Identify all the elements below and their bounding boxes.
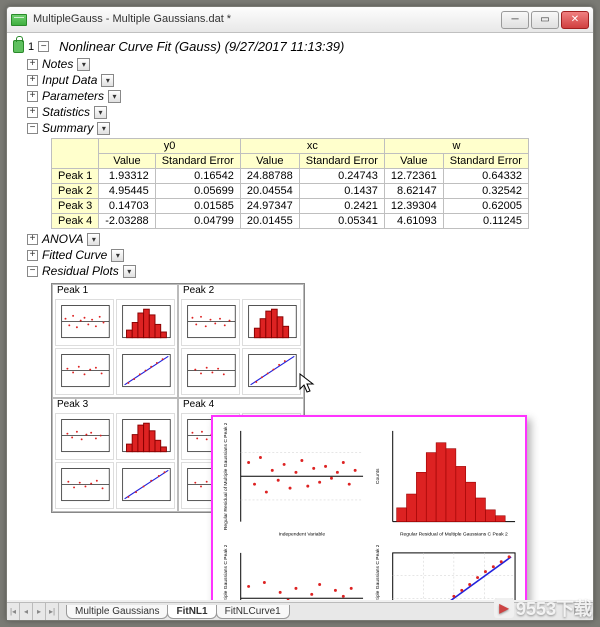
col-sub: Standard Error	[299, 154, 384, 169]
tab-nav-first[interactable]: |◂	[7, 603, 20, 620]
plot-label: Peak 3	[57, 399, 88, 410]
summary-table: y0 xc w Value Standard Error Value Stand…	[51, 138, 529, 229]
table-row[interactable]: Peak 1 1.93312 0.16542 24.88788 0.24743 …	[52, 169, 529, 184]
popup-residual-histogram: Regular Residual of Multiple Gaussians C…	[371, 423, 519, 541]
toggle-parameters[interactable]: +	[27, 91, 38, 102]
sheet-tab[interactable]: FitNLCurve1	[216, 605, 290, 619]
close-button[interactable]: ✕	[561, 11, 589, 29]
section-parameters: Parameters	[42, 89, 104, 103]
dropdown-fitted-curve[interactable]: ▾	[111, 249, 124, 262]
col-sub: Value	[384, 154, 443, 169]
scroll-placeholder: ‖ ◂ ▸	[573, 602, 591, 620]
toggle-report[interactable]: −	[38, 41, 49, 52]
toggle-notes[interactable]: +	[27, 59, 38, 70]
residual-order-scatter-icon	[55, 348, 114, 395]
workbook-icon	[11, 14, 27, 26]
residual-scatter-icon	[181, 299, 240, 346]
report-title: Nonlinear Curve Fit (Gauss) (9/27/2017 1…	[59, 39, 344, 54]
tab-nav-last[interactable]: ▸|	[46, 603, 59, 620]
qq-plot-icon	[242, 348, 301, 395]
tab-nav-next[interactable]: ▸	[33, 603, 46, 620]
dropdown-anova[interactable]: ▾	[87, 233, 100, 246]
residual-histogram-icon	[116, 299, 175, 346]
tab-nav-prev[interactable]: ◂	[20, 603, 33, 620]
table-row[interactable]: Peak 2 4.95445 0.05699 20.04554 0.1437 8…	[52, 184, 529, 199]
residual-histogram-icon	[242, 299, 301, 346]
svg-text:Independent Variable: Independent Variable	[279, 531, 326, 537]
plot-label: Peak 1	[57, 285, 88, 296]
section-input-data: Input Data	[42, 73, 97, 87]
titlebar[interactable]: MultipleGauss - Multiple Gaussians.dat *…	[7, 7, 593, 33]
table-row[interactable]: Peak 3 0.14703 0.01585 24.97347 0.2421 1…	[52, 199, 529, 214]
residual-order-scatter-icon	[55, 462, 114, 509]
section-notes: Notes	[42, 57, 73, 71]
dropdown-input-data[interactable]: ▾	[101, 74, 114, 87]
qq-plot-icon	[116, 462, 175, 509]
svg-text:Regular Residual of Multiple G: Regular Residual of Multiple Gaussians C…	[400, 531, 508, 537]
qq-plot-icon	[116, 348, 175, 395]
toggle-fitted-curve[interactable]: +	[27, 250, 38, 261]
toggle-anova[interactable]: +	[27, 234, 38, 245]
residual-histogram-icon	[116, 413, 175, 460]
maximize-button[interactable]: ▭	[531, 11, 559, 29]
sheet-tab-active[interactable]: FitNL1	[167, 605, 216, 619]
svg-text:Counts: Counts	[375, 468, 381, 484]
svg-text:Regular Residual of Multiple G: Regular Residual of Multiple Gaussians C…	[223, 423, 229, 530]
residual-plot-popup[interactable]: Independent Variable Regular Residual of…	[211, 415, 527, 600]
residual-scatter-icon	[55, 413, 114, 460]
col-sub: Standard Error	[155, 154, 240, 169]
lock-index: 1	[28, 41, 34, 53]
toggle-input-data[interactable]: +	[27, 75, 38, 86]
svg-text:Regular Residual of Multiple G: Regular Residual of Multiple Gaussians C…	[375, 545, 381, 600]
col-sub: Value	[240, 154, 299, 169]
report-content: 1 − Nonlinear Curve Fit (Gauss) (9/27/20…	[7, 33, 593, 600]
plot-cell-peak1[interactable]: Peak 1	[52, 284, 178, 398]
window-title: MultipleGauss - Multiple Gaussians.dat *	[33, 13, 501, 26]
plot-label: Peak 4	[183, 399, 214, 410]
dropdown-notes[interactable]: ▾	[77, 58, 90, 71]
toggle-statistics[interactable]: +	[27, 107, 38, 118]
residual-order-scatter-icon	[181, 348, 240, 395]
col-sub: Value	[99, 154, 155, 169]
dropdown-residual-plots[interactable]: ▾	[123, 265, 136, 278]
toggle-summary[interactable]: −	[27, 123, 38, 134]
minimize-button[interactable]: ─	[501, 11, 529, 29]
col-sub: Standard Error	[443, 154, 528, 169]
table-corner	[52, 139, 99, 169]
toggle-residual-plots[interactable]: −	[27, 266, 38, 277]
lock-icon[interactable]	[13, 40, 24, 53]
section-residual-plots: Residual Plots	[42, 264, 119, 278]
plot-label: Peak 2	[183, 285, 214, 296]
section-anova: ANOVA	[42, 232, 83, 246]
table-row[interactable]: Peak 4 -2.03288 0.04799 20.01455 0.05341…	[52, 214, 529, 229]
sheet-tab-bar: |◂ ◂ ▸ ▸| Multiple Gaussians FitNL1 FitN…	[7, 602, 593, 620]
section-summary: Summary	[42, 121, 93, 135]
col-group-y0: y0	[99, 139, 241, 154]
residual-scatter-icon	[55, 299, 114, 346]
popup-qq-plot: Percentiles Regular Residual of Multiple…	[371, 545, 519, 600]
section-statistics: Statistics	[42, 105, 90, 119]
svg-text:Regular Residual of Multiple G: Regular Residual of Multiple Gaussians C…	[223, 545, 229, 600]
section-fitted-curve: Fitted Curve	[42, 248, 107, 262]
popup-residual-scatter: Independent Variable Regular Residual of…	[219, 423, 367, 541]
col-group-w: w	[384, 139, 528, 154]
plot-cell-peak3[interactable]: Peak 3	[52, 398, 178, 512]
dropdown-summary[interactable]: ▾	[97, 122, 110, 135]
col-group-xc: xc	[240, 139, 384, 154]
dropdown-parameters[interactable]: ▾	[108, 90, 121, 103]
dropdown-statistics[interactable]: ▾	[94, 106, 107, 119]
residual-plots-area: Peak 1 Peak 2	[51, 283, 371, 563]
report-tree: + Notes ▾ + Input Data ▾ + Parameters ▾ …	[27, 56, 583, 563]
sheet-tab[interactable]: Multiple Gaussians	[66, 605, 168, 619]
plot-cell-peak2[interactable]: Peak 2	[178, 284, 304, 398]
app-window: MultipleGauss - Multiple Gaussians.dat *…	[6, 6, 594, 621]
popup-residual-order: Point # Regular Residual of Multiple Gau…	[219, 545, 367, 600]
